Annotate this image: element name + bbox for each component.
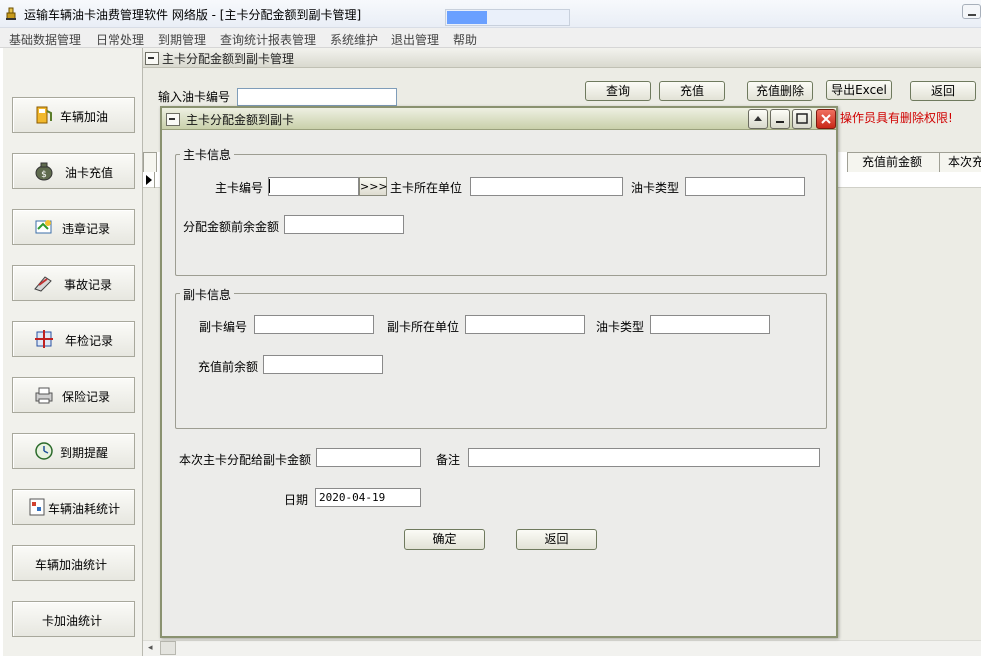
sidebar-item-label: 违章记录: [62, 222, 111, 236]
menu-query-reports[interactable]: 查询统计报表管理: [220, 31, 316, 48]
permission-notice: 操作员具有删除权限!: [840, 111, 953, 125]
allocation-amount-input[interactable]: [316, 448, 421, 467]
violation-icon: [35, 220, 52, 234]
sidebar-item-label: 车辆加油: [60, 110, 109, 124]
dialog-minimize-button[interactable]: [770, 109, 790, 129]
remark-label: 备注: [436, 453, 461, 467]
main-card-type-input[interactable]: [685, 177, 805, 196]
accident-icon: [34, 276, 52, 292]
sub-card-type-label: 油卡类型: [596, 320, 645, 334]
app-icon: [6, 7, 16, 20]
sidebar-item-label: 保险记录: [62, 390, 111, 404]
chart-icon: [29, 498, 45, 516]
table-header[interactable]: 本次充: [939, 152, 981, 174]
sidebar-item-label: 到期提醒: [60, 446, 109, 460]
close-icon: [821, 114, 831, 124]
inspection-icon: [35, 330, 53, 348]
main-card-number-input[interactable]: [268, 177, 359, 196]
sidebar: 车辆加油 $ 油卡充值 违章记录 事故记录 年检记录 保险记录 到期提醒 车辆油…: [3, 48, 143, 656]
sidebar-item-label: 车辆油耗统计: [48, 502, 121, 516]
sidebar-item-insurance[interactable]: 保险记录: [12, 377, 135, 413]
sidebar-item-label: 事故记录: [64, 278, 113, 292]
main-card-group-title: 主卡信息: [180, 146, 235, 163]
dialog-system-menu-icon[interactable]: [166, 113, 180, 126]
sidebar-item-fuel-consumption-stats[interactable]: 车辆油耗统计: [12, 489, 135, 525]
menu-daily[interactable]: 日常处理: [96, 31, 144, 48]
scrollbar-thumb[interactable]: [160, 641, 176, 655]
main-card-balance-input[interactable]: [284, 215, 404, 234]
back-button[interactable]: 返回: [910, 81, 976, 101]
sidebar-item-label: 油卡充值: [65, 166, 114, 180]
clock-icon: [35, 442, 53, 460]
sidebar-item-refuel-stats[interactable]: 车辆加油统计: [12, 545, 135, 581]
sub-card-balance-label: 充值前余额: [198, 360, 259, 374]
date-input[interactable]: [315, 488, 421, 507]
remark-input[interactable]: [468, 448, 820, 467]
main-card-number-label: 主卡编号: [215, 181, 264, 195]
minimize-icon: [776, 121, 784, 123]
window-menu-icon[interactable]: [145, 52, 159, 65]
sidebar-item-card-recharge[interactable]: $ 油卡充值: [12, 153, 135, 189]
sub-card-number-label: 副卡编号: [199, 320, 248, 334]
main-card-type-label: 油卡类型: [631, 181, 680, 195]
background-selection: [447, 11, 487, 24]
sidebar-item-accident[interactable]: 事故记录: [12, 265, 135, 301]
row-indicator-icon: [143, 172, 155, 188]
sub-card-balance-input[interactable]: [263, 355, 383, 374]
confirm-button[interactable]: 确定: [404, 529, 485, 550]
main-card-unit-label: 主卡所在单位: [390, 181, 463, 195]
menu-exit[interactable]: 退出管理: [391, 31, 439, 48]
menu-system[interactable]: 系统维护: [330, 31, 378, 48]
sidebar-item-annual-inspection[interactable]: 年检记录: [12, 321, 135, 357]
dialog-restore-up-button[interactable]: [748, 109, 768, 129]
sidebar-item-label: 车辆加油统计: [35, 558, 108, 572]
date-label: 日期: [284, 493, 309, 507]
card-number-search-label: 输入油卡编号: [158, 90, 231, 104]
maximize-icon: [796, 113, 808, 124]
main-card-unit-input[interactable]: [470, 177, 623, 196]
sidebar-item-expiry-reminder[interactable]: 到期提醒: [12, 433, 135, 469]
menu-basic-data[interactable]: 基础数据管理: [9, 31, 81, 48]
menu-help[interactable]: 帮助: [453, 31, 477, 48]
main-card-group: [175, 154, 827, 276]
export-excel-button[interactable]: 导出Excel: [826, 80, 892, 100]
sidebar-item-refuel[interactable]: 车辆加油: [12, 97, 135, 133]
card-number-search-input[interactable]: [237, 88, 397, 106]
query-button[interactable]: 查询: [585, 81, 651, 101]
dialog-back-button[interactable]: 返回: [516, 529, 597, 550]
sidebar-item-label: 年检记录: [65, 334, 114, 348]
sidebar-item-violation[interactable]: 违章记录: [12, 209, 135, 245]
scroll-left-icon[interactable]: ◂: [148, 643, 153, 653]
sidebar-item-label: 卡加油统计: [42, 614, 103, 628]
minimize-button[interactable]: [962, 4, 981, 19]
sub-card-type-input[interactable]: [650, 315, 770, 334]
printer-icon: [35, 387, 53, 404]
menu-bar: 基础数据管理 日常处理 到期管理 查询统计报表管理 系统维护 退出管理 帮助: [0, 28, 981, 48]
chevron-up-icon: [754, 116, 762, 121]
sub-card-unit-label: 副卡所在单位: [387, 320, 460, 334]
svg-text:$: $: [41, 170, 47, 180]
sidebar-item-card-refuel-stats[interactable]: 卡加油统计: [12, 601, 135, 637]
dialog-close-button[interactable]: [816, 109, 836, 129]
main-card-lookup-button[interactable]: >>>: [359, 177, 388, 196]
table-header-corner: [143, 152, 157, 174]
background-window-title: 主卡分配金额到副卡管理: [162, 52, 295, 66]
recharge-delete-button[interactable]: 充值删除: [747, 81, 813, 101]
sub-card-group-title: 副卡信息: [180, 286, 235, 303]
recharge-button[interactable]: 充值: [659, 81, 725, 101]
fuel-pump-icon: [36, 106, 52, 124]
main-card-balance-label: 分配金额前余金额: [183, 220, 280, 234]
window-title: 运输车辆油卡油费管理软件 网络版 - [主卡分配金额到副卡管理]: [24, 8, 362, 22]
sub-card-number-input[interactable]: [254, 315, 374, 334]
text-caret: [269, 179, 270, 193]
horizontal-scrollbar[interactable]: [143, 640, 981, 656]
sub-card-unit-input[interactable]: [465, 315, 585, 334]
dialog-title: 主卡分配金额到副卡: [186, 113, 295, 127]
money-bag-icon: $: [35, 162, 53, 181]
menu-expiry[interactable]: 到期管理: [158, 31, 206, 48]
allocation-amount-label: 本次主卡分配给副卡金额: [179, 453, 312, 467]
dialog-maximize-button[interactable]: [792, 109, 812, 129]
